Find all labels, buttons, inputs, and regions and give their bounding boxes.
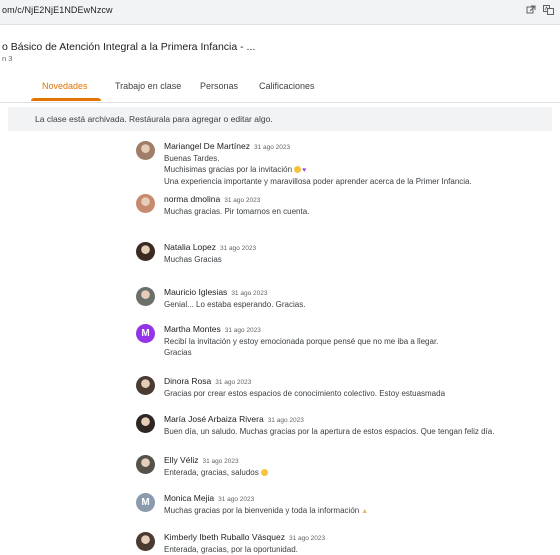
comment-author: María José Arbaiza Rivera 31 ago 2023 — [164, 414, 304, 424]
comment-author-name: Mauricio Iglesias — [164, 287, 228, 297]
comment-date: 31 ago 2023 — [253, 144, 291, 151]
comment-author-name: Martha Montes — [164, 324, 221, 334]
comment-author: Natalia Lopez 31 ago 2023 — [164, 242, 256, 252]
comment-text-line: Recibí la invitación y estoy emocionada … — [164, 337, 439, 346]
comment-text-line: Buen día, un saludo. Muchas gracias por … — [164, 427, 495, 436]
thumbs-up-emoji-icon: ▲ — [361, 508, 369, 515]
user-photo-icon[interactable] — [136, 141, 155, 160]
user-photo-icon[interactable] — [136, 455, 155, 474]
comment-body: Enterada, gracias, saludos — [164, 467, 268, 478]
tab-personas[interactable]: Personas — [200, 81, 238, 91]
comment-author-name: Elly Véliz — [164, 455, 199, 465]
user-photo-icon[interactable] — [136, 287, 155, 306]
comment-author-name: Dinora Rosa — [164, 376, 212, 386]
comment-author-name: Monica Mejia — [164, 493, 215, 503]
comment-text-line: Una experiencia importante y maravillosa… — [164, 177, 472, 186]
translate-icon[interactable] — [542, 5, 554, 17]
archived-banner-text: La clase está archivada. Restáurala para… — [35, 114, 273, 124]
comment-body: Enterada, gracias, por la oportunidad. — [164, 544, 298, 555]
comment-author: Dinora Rosa 31 ago 2023 — [164, 376, 251, 386]
comment-author: Mariangel De Martínez 31 ago 2023 — [164, 141, 290, 151]
comment-text-line: Gracias — [164, 348, 192, 357]
archived-banner: La clase está archivada. Restáurala para… — [8, 107, 552, 131]
user-photo-icon[interactable] — [136, 532, 155, 551]
url-text[interactable]: om/c/NjE2NjE1NDEwNzcw — [2, 5, 113, 15]
user-photo-icon[interactable] — [136, 376, 155, 395]
course-title: o Básico de Atención Integral a la Prime… — [2, 41, 256, 53]
comment-text-line: Enterada, gracias, por la oportunidad. — [164, 545, 298, 554]
heart-emoji-icon: ♥ — [302, 167, 307, 174]
comment-body: Buenas Tardes. Muchisimas gracias por la … — [164, 153, 472, 187]
comment-text-line: Gracias por crear estos espacios de cono… — [164, 389, 446, 398]
comment-body: Recibí la invitación y estoy emocionada … — [164, 336, 438, 358]
letter-avatar-icon[interactable]: M — [136, 493, 155, 512]
comment-date: 31 ago 2023 — [218, 496, 255, 503]
comment-body: Buen día, un saludo. Muchas gracias por … — [164, 426, 494, 437]
user-photo-icon[interactable] — [136, 194, 155, 213]
letter-avatar-icon[interactable]: M — [136, 324, 155, 343]
smile-emoji-icon — [294, 166, 302, 173]
comment-author-name: norma dmolina — [164, 194, 221, 204]
comment-author-name: Mariangel De Martínez — [164, 141, 250, 151]
comment-text-line: Muchisimas gracias por la invitación ♥ — [164, 165, 307, 174]
comment-text-line: Muchas Gracias — [164, 255, 222, 264]
comment-body: Muchas gracias por la bienvenida y toda … — [164, 505, 368, 517]
comment-author-name: Natalia Lopez — [164, 242, 216, 252]
comment-body: Gracias por crear estos espacios de cono… — [164, 388, 445, 399]
external-link-icon[interactable] — [525, 5, 537, 17]
active-tab-indicator — [31, 98, 101, 101]
comment-text-line: Enterada, gracias, saludos — [164, 467, 268, 478]
comment-text-line: Muchas gracias por la bienvenida y toda … — [164, 506, 369, 515]
tab-novedades[interactable]: Novedades — [42, 81, 88, 91]
tab-calificaciones[interactable]: Calificaciones — [259, 81, 315, 91]
tab-bar: Novedades Trabajo en clase Personas Cali… — [0, 76, 560, 103]
comment-text-line: Genial... Lo estaba esperando. Gracias. — [164, 300, 306, 309]
comment-body: Genial... Lo estaba esperando. Gracias. — [164, 299, 305, 310]
comment-date: 31 ago 2023 — [224, 327, 261, 334]
comment-body: Muchas Gracias — [164, 254, 222, 265]
comment-date: 31 ago 2023 — [267, 417, 304, 424]
comment-date: 31 ago 2023 — [215, 379, 252, 386]
comment-date: 31 ago 2023 — [224, 197, 261, 204]
comment-date: 31 ago 2023 — [231, 290, 268, 297]
comment-body: Muchas gracias. Pir tomarnos en cuenta. — [164, 206, 309, 217]
comment-text-line: Muchas gracias. Pir tomarnos en cuenta. — [164, 207, 310, 216]
smile-emoji-icon — [260, 469, 268, 476]
comment-text-line: Buenas Tardes. — [164, 154, 220, 163]
comment-author: Martha Montes 31 ago 2023 — [164, 324, 261, 334]
course-section: n 3 — [2, 54, 13, 63]
comment-date: 31 ago 2023 — [219, 245, 257, 252]
comment-author-name: Kimberly Ibeth Ruballo Vásquez — [164, 532, 285, 542]
comment-author: Elly Véliz 31 ago 2023 — [164, 455, 239, 465]
user-photo-icon[interactable] — [136, 242, 155, 261]
comment-author: Monica Mejia 31 ago 2023 — [164, 493, 254, 503]
comment-author: Kimberly Ibeth Ruballo Vásquez 31 ago 202… — [164, 532, 325, 542]
user-photo-icon[interactable] — [136, 414, 155, 433]
comment-author: Mauricio Iglesias 31 ago 2023 — [164, 287, 267, 297]
comment-date: 31 ago 2023 — [288, 535, 326, 542]
browser-address-bar[interactable]: om/c/NjE2NjE1NDEwNzcw — [0, 0, 560, 25]
comment-date: 31 ago 2023 — [202, 458, 239, 465]
comment-author: norma dmolina 31 ago 2023 — [164, 194, 260, 204]
comment-author-name: María José Arbaiza Rivera — [164, 414, 264, 424]
tab-trabajo-en-clase[interactable]: Trabajo en clase — [115, 81, 181, 91]
